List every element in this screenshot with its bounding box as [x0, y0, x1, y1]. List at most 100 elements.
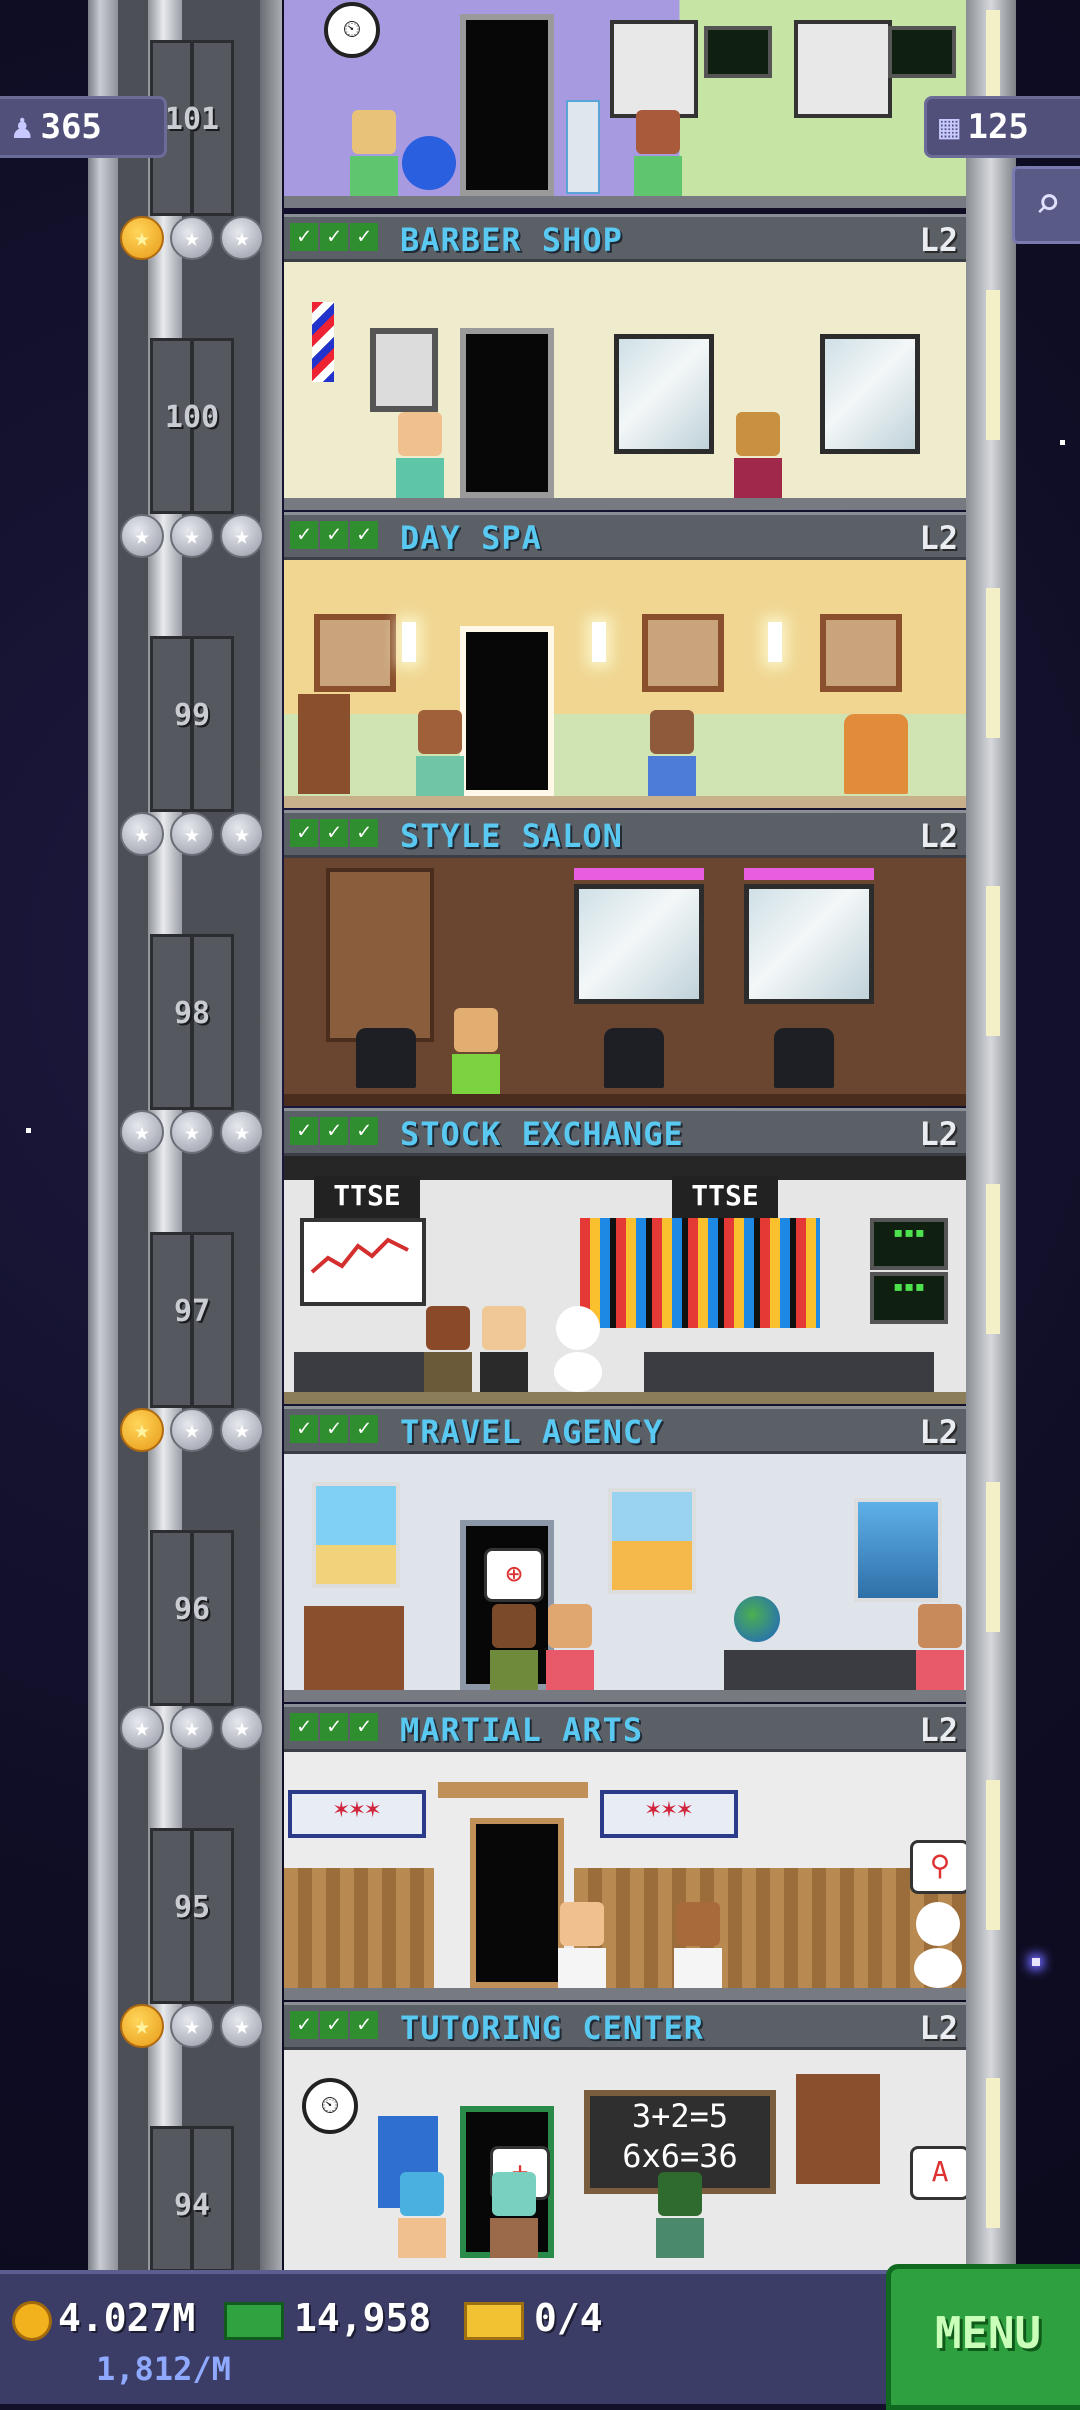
- elevator-floor-number: 95: [173, 1890, 211, 1925]
- window-blinds: [610, 20, 698, 118]
- floor-level: L2: [919, 817, 958, 855]
- resident-person[interactable]: [916, 1604, 964, 1690]
- resident-person[interactable]: [398, 2172, 446, 2258]
- spa-chair: [844, 714, 908, 794]
- ticker-sign: TTSE: [314, 1176, 420, 1218]
- floor-slab: [284, 1690, 966, 1702]
- floor-room-stock-exchange[interactable]: TTSE TTSE ▪▪▪ ▪▪▪: [284, 1156, 966, 1404]
- check-icon: ✓: [290, 1713, 318, 1741]
- check-icon: ✓: [290, 521, 318, 549]
- elevator-floor-number: 100: [164, 400, 220, 435]
- resident-person[interactable]: [674, 1902, 722, 1988]
- check-icon: ✓: [350, 1713, 378, 1741]
- mirror: [614, 334, 714, 454]
- bookshelf: [796, 2074, 880, 2184]
- floor-room-travel-agency[interactable]: ⊕: [284, 1454, 966, 1702]
- resident-person[interactable]: [648, 710, 696, 796]
- check-icon: ✓: [290, 2011, 318, 2039]
- check-icon: ✓: [320, 1713, 348, 1741]
- exercise-ball: [402, 136, 456, 190]
- floor-stars: ★ ★ ★: [120, 812, 264, 856]
- tower-window: [986, 588, 1000, 738]
- floor-slab: [284, 1094, 966, 1106]
- floor-name: TUTORING CENTER: [400, 2009, 704, 2047]
- torii-gate: [438, 1782, 588, 1798]
- floor-room-martial-arts[interactable]: ✶✶✶ ✶✶✶ ⚲: [284, 1752, 966, 2000]
- floor-banner[interactable]: ✓ ✓ ✓ TRAVEL AGENCY L2: [284, 1406, 966, 1454]
- floor-room-barber-shop[interactable]: [284, 262, 966, 510]
- floor-room-style-salon[interactable]: [284, 858, 966, 1106]
- star-icon: ★: [170, 1110, 214, 1154]
- star-icon: ★: [120, 216, 164, 260]
- tickets-display[interactable]: 0/4: [464, 2296, 603, 2340]
- trading-desk: [294, 1352, 434, 1392]
- room-door: [460, 626, 554, 796]
- resident-person[interactable]: [546, 1604, 594, 1690]
- floor-banner[interactable]: ✓ ✓ ✓ DAY SPA L2: [284, 512, 966, 560]
- floor-room-tutoring-center[interactable]: ⏲ 3+2=5 6x6=36 + A: [284, 2050, 966, 2270]
- check-icon: ✓: [290, 819, 318, 847]
- floor-banner[interactable]: ✓ ✓ ✓ STOCK EXCHANGE L2: [284, 1108, 966, 1156]
- floor-counter[interactable]: ▦ 125: [924, 96, 1080, 158]
- coins-display[interactable]: 4.027M: [12, 2296, 195, 2341]
- resident-person[interactable]: [480, 1306, 528, 1392]
- travel-desk: [724, 1650, 944, 1690]
- resident-person[interactable]: [558, 1902, 606, 1988]
- location-pin-bubble-icon[interactable]: ⚲: [910, 1840, 966, 1894]
- travel-poster: [608, 1488, 696, 1594]
- floor-stars: ★ ★ ★: [120, 216, 264, 260]
- population-counter[interactable]: ♟ 365: [0, 96, 167, 158]
- star-icon: ★: [220, 812, 264, 856]
- resident-person[interactable]: [416, 710, 464, 796]
- travel-poster: [854, 1498, 942, 1602]
- clock-icon: ⏲: [302, 2078, 358, 2134]
- floor-room-day-spa[interactable]: [284, 560, 966, 808]
- star-icon: ★: [120, 1110, 164, 1154]
- snowman-person[interactable]: [554, 1306, 602, 1392]
- floor-banner[interactable]: ✓ ✓ ✓ MARTIAL ARTS L2: [284, 1704, 966, 1752]
- floor-banner[interactable]: ✓ ✓ ✓ TUTORING CENTER L2: [284, 2002, 966, 2050]
- bux-display[interactable]: 14,958: [224, 2296, 431, 2340]
- lifebuoy-bubble-icon[interactable]: ⊕: [484, 1548, 544, 1602]
- check-icon: ✓: [320, 521, 348, 549]
- star-icon: ★: [170, 1706, 214, 1750]
- wall-picture: [820, 614, 902, 692]
- check-icon: ✓: [290, 1415, 318, 1443]
- check-icon: ✓: [290, 1117, 318, 1145]
- brochure-rack: [304, 1606, 404, 1690]
- floor-slab: [284, 1392, 966, 1404]
- resident-person[interactable]: [396, 412, 444, 498]
- bux-icon: [224, 2301, 284, 2340]
- coins-value: 4.027M: [58, 2296, 196, 2340]
- resident-person[interactable]: [656, 2172, 704, 2258]
- menu-button[interactable]: MENU: [886, 2264, 1080, 2410]
- tower-left-wall: [88, 0, 118, 2270]
- floor-room-gym[interactable]: ⏲: [284, 0, 966, 208]
- resident-person[interactable]: [490, 2172, 538, 2258]
- floor-banner[interactable]: ✓ ✓ ✓ STYLE SALON L2: [284, 810, 966, 858]
- floor-level: L2: [919, 1711, 958, 1749]
- mirror: [744, 884, 874, 1004]
- elevator-floor-number: 94: [173, 2188, 211, 2223]
- star-icon: ★: [220, 1110, 264, 1154]
- star-decoration: [1032, 1958, 1040, 1966]
- person-icon: ♟: [12, 107, 33, 147]
- resident-person[interactable]: [350, 110, 398, 196]
- resident-person[interactable]: [734, 412, 782, 498]
- room-door: [470, 1818, 564, 1988]
- tv-screen: [888, 26, 956, 78]
- grade-bubble-icon[interactable]: A: [910, 2146, 966, 2200]
- floor-banner[interactable]: ✓ ✓ ✓ BARBER SHOP L2: [284, 214, 966, 262]
- search-button[interactable]: ⌕: [1012, 166, 1080, 244]
- snowman-person[interactable]: [914, 1902, 962, 1988]
- resident-person[interactable]: [452, 1008, 500, 1094]
- star-icon: ★: [120, 1706, 164, 1750]
- dojo-sign: ✶✶✶: [288, 1790, 426, 1838]
- room-door: [460, 14, 554, 196]
- bux-value: 14,958: [294, 2296, 432, 2340]
- checks-group: ✓ ✓ ✓: [290, 1415, 378, 1445]
- resident-person[interactable]: [424, 1306, 472, 1392]
- wood-wall: [284, 1868, 434, 1988]
- resident-person[interactable]: [634, 110, 682, 196]
- resident-person[interactable]: [490, 1604, 538, 1690]
